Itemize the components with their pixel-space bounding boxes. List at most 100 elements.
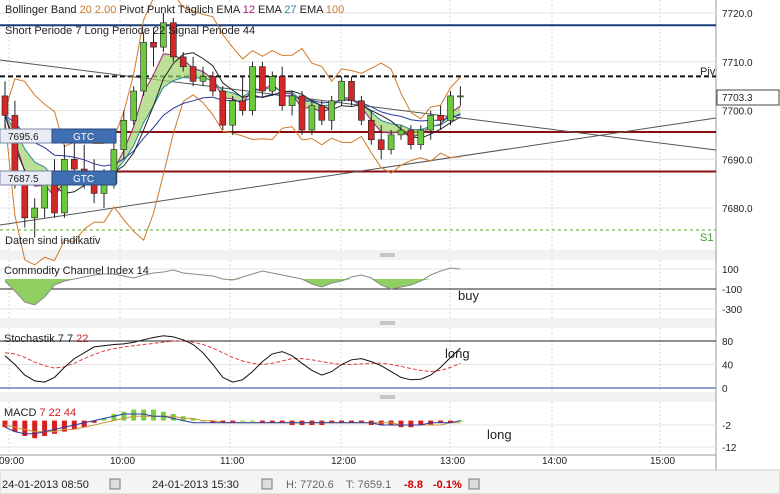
candle-body [140,41,147,92]
price-tick-label: 7700.0 [722,107,753,118]
time-tick-label: 10:00 [110,456,135,467]
order-tag-2[interactable]: 7687.5 GTC [0,170,117,186]
macd-params: 7 22 44 [39,407,76,419]
hdr2-item: Long Periode [81,25,150,37]
macd-histogram-bar [32,420,38,439]
macd-histogram-bar [81,420,87,428]
panel-splitter [0,250,716,260]
candle-body [417,129,425,145]
macd-histogram-bar [250,420,255,422]
time-tick-label: 09:00 [0,456,24,467]
macd-histogram-bar [111,414,117,421]
stoch-signal-label: long [445,346,470,361]
hdr1-item: 2.00 [92,4,116,16]
candle-body [150,41,157,48]
candle-body [41,183,48,209]
stoch-tick-label: 80 [722,337,734,348]
order-price-2: 7687.5 [8,174,39,185]
candle-body [328,100,336,121]
candle-body [308,105,316,131]
candle-body [61,158,68,214]
hdr1-item: EMA [297,4,325,16]
price-tick-label: 7680.0 [722,204,753,215]
candle-body [239,100,246,111]
hdr2-item: Signal Periode [165,25,240,37]
footer-change: -8.8 [404,479,423,491]
time-tick-label: 15:00 [650,456,675,467]
candle-body [278,76,286,106]
candle-body [1,95,9,116]
candle-body [71,158,78,170]
candle-body [358,100,365,121]
cci-signal-label: buy [458,288,479,303]
candle-body [447,95,454,121]
header-row1: Bollinger Band 20 2.00 Pivot Punkt Tägli… [5,4,344,16]
candle-body [209,76,217,92]
trading-chart[interactable]: 7680.0 7690.0 7700.0 7710.0 7720.0 100 -100 -30… [0,0,780,494]
macd-tick-label: -12 [722,443,737,454]
footer-high: H: 7720.6 [286,479,334,491]
time-tick-label: 13:00 [440,456,465,467]
hdr1-item: Täglich [175,4,213,16]
macd-tick-label: -2 [722,421,731,432]
stoch-param: 22 [76,333,88,345]
panel-splitter [0,318,716,328]
candle-body [298,95,306,131]
hdr1-item: 12 [240,4,255,16]
candle-body [377,139,385,150]
candle-body [51,183,58,214]
macd-signal-label: long [487,427,512,442]
candle-body [11,115,19,180]
stoch-title: Stochastik 7 7 22 [4,333,88,345]
candle-body [249,66,256,111]
candle-body [229,100,236,126]
macd-title: MACD 7 22 44 [4,407,76,419]
candle-body [130,90,137,121]
candle-body [288,95,296,106]
footer-change-pct: -0.1% [433,479,462,491]
order-tag-1[interactable]: 7695.6 GTC [0,128,117,144]
price-tick-label: 7710.0 [722,58,753,69]
order-gtc-2[interactable]: GTC [73,174,94,185]
calendar-icon-start[interactable] [109,478,121,490]
macd-histogram-bar [408,420,414,428]
cci-negative-area [5,279,461,305]
cci-tick-label: -100 [722,285,742,296]
time-tick-label: 12:00 [331,456,356,467]
candle-body [397,129,405,136]
price-tick-label: 7690.0 [722,155,753,166]
order-gtc-1[interactable]: GTC [73,132,94,143]
macd-histogram-bar [141,409,147,421]
time-tick-label: 11:00 [220,456,245,467]
footer-low: T: 7659.1 [346,479,391,491]
candle-body [179,56,187,67]
stoch-tick-label: 0 [722,384,728,395]
candle-body [199,76,207,82]
candle-body [348,80,355,102]
time-tick-label: 14:00 [542,456,567,467]
cci-title: Commodity Channel Index 14 [4,265,149,277]
footer-menu-icon[interactable] [468,478,480,490]
candle-body [338,80,345,102]
candle-body [407,129,415,145]
stoch-tick-label: 40 [722,361,734,372]
order-price-1: 7695.6 [8,132,39,143]
hdr1-item: 20 [77,4,92,16]
macd-histogram-bar [151,409,156,421]
candle-body [367,119,375,141]
hdr1-item: EMA [213,4,241,16]
current-price-value: 7703.3 [722,93,753,104]
macd-histogram-bar [2,420,8,428]
s1-label: S1 [700,232,713,244]
candle-body [31,207,39,219]
header-row2: Short Periode 7 Long Periode 22 Signal P… [5,25,255,37]
hdr1-item: Pivot Punkt [116,4,175,16]
macd-histogram-bar [398,420,404,428]
calendar-icon-end[interactable] [261,478,273,490]
macd-histogram-bar [131,409,137,421]
hdr1-item: EMA [255,4,283,16]
footer-end: 24-01-2013 15:30 [152,479,239,491]
macd-histogram-bar [42,420,48,436]
candle-body [189,66,197,82]
hdr2-item: 44 [240,25,255,37]
